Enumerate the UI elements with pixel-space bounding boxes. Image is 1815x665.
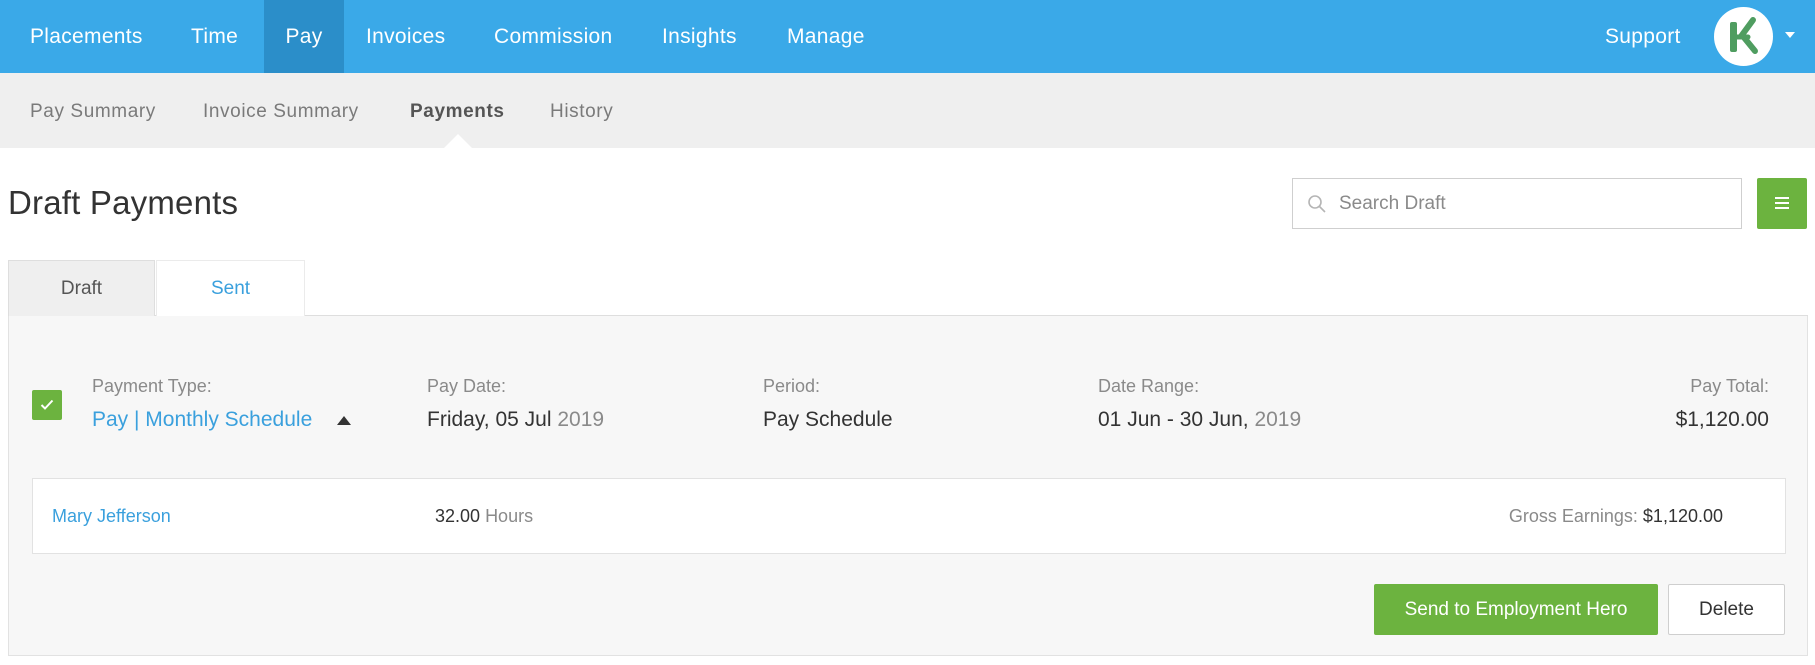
pay-total-value: $1,120.00 — [1675, 408, 1769, 431]
pay-date-value: Friday, 05 Jul 2019 — [427, 408, 604, 432]
checkmark-icon — [40, 399, 54, 410]
active-subnav-pointer — [444, 134, 472, 148]
nav-item-manage[interactable]: Manage — [787, 0, 865, 73]
send-to-employment-hero-button[interactable]: Send to Employment Hero — [1374, 584, 1658, 635]
nav-item-commission[interactable]: Commission — [494, 0, 613, 73]
payment-select-checkbox[interactable] — [32, 390, 62, 420]
hamburger-icon — [1775, 197, 1789, 199]
tab-draft[interactable]: Draft — [8, 260, 155, 316]
nav-item-invoices[interactable]: Invoices — [366, 0, 445, 73]
search-input[interactable] — [1339, 179, 1734, 228]
tab-sent[interactable]: Sent — [156, 260, 305, 316]
period-value: Pay Schedule — [763, 408, 893, 431]
menu-button[interactable] — [1757, 178, 1807, 229]
nav-item-time[interactable]: Time — [191, 0, 238, 73]
nav-item-placements[interactable]: Placements — [30, 0, 143, 73]
pay-date-label: Pay Date: — [427, 376, 507, 396]
nav-item-pay[interactable]: Pay — [264, 0, 344, 73]
period-label: Period: — [763, 376, 821, 396]
pay-total-label: Pay Total: — [1690, 376, 1769, 396]
nav-item-insights[interactable]: Insights — [662, 0, 737, 73]
company-logo-icon — [1730, 17, 1758, 54]
sub-navigation: Pay Summary Invoice Summary Payments His… — [0, 73, 1815, 148]
gross-earnings: Gross Earnings: $1,120.00 — [1509, 506, 1723, 527]
top-navigation: Placements Time Pay Invoices Commission … — [0, 0, 1815, 73]
account-dropdown-icon[interactable] — [1785, 32, 1795, 38]
avatar[interactable] — [1714, 7, 1773, 66]
subnav-item-history[interactable]: History — [550, 73, 613, 148]
employee-hours: 32.00 Hours — [435, 506, 533, 527]
payment-type-label: Payment Type: — [92, 376, 212, 396]
hours-unit: Hours — [485, 506, 534, 526]
employee-name-link[interactable]: Mary Jefferson — [52, 506, 171, 527]
search-box[interactable] — [1292, 178, 1742, 229]
pay-date-main: Friday, 05 Jul — [427, 408, 552, 431]
date-range-main: 01 Jun - 30 Jun, — [1098, 408, 1249, 431]
subnav-item-invoice-summary[interactable]: Invoice Summary — [203, 73, 359, 148]
delete-button[interactable]: Delete — [1668, 584, 1785, 635]
pay-date-year: 2019 — [557, 408, 605, 431]
date-range-year: 2019 — [1254, 408, 1302, 431]
date-range-label: Date Range: — [1098, 376, 1200, 396]
table-row: Mary Jefferson 32.00 Hours Gross Earning… — [32, 478, 1786, 554]
collapse-caret-icon[interactable] — [337, 416, 351, 425]
hours-value: 32.00 — [435, 506, 481, 526]
subnav-item-pay-summary[interactable]: Pay Summary — [30, 73, 156, 148]
date-range-value: 01 Jun - 30 Jun, 2019 — [1098, 408, 1301, 432]
page-title: Draft Payments — [8, 184, 239, 221]
payment-type-link[interactable]: Pay | Monthly Schedule — [92, 408, 312, 432]
gross-earnings-label: Gross Earnings: — [1508, 506, 1638, 526]
nav-item-support[interactable]: Support — [1605, 0, 1681, 73]
gross-earnings-value: $1,120.00 — [1642, 506, 1723, 526]
search-icon — [1308, 195, 1326, 213]
